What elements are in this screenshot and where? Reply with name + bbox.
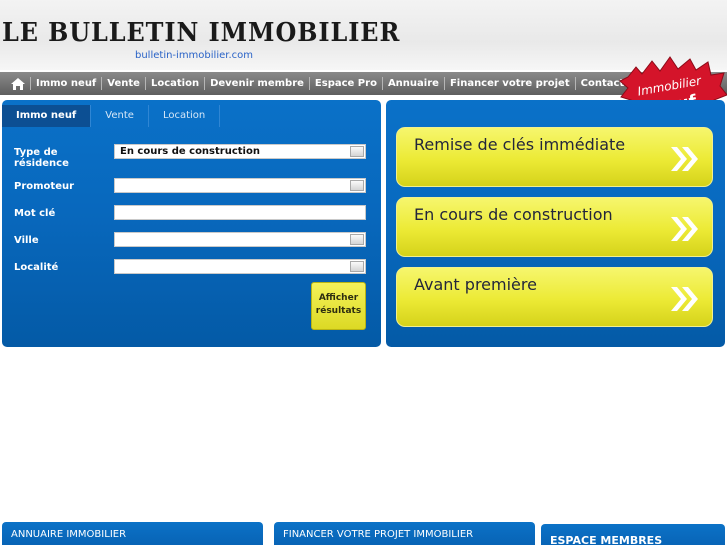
double-chevron-icon [671, 147, 698, 171]
tab-vente[interactable]: Vente [91, 105, 149, 127]
annuaire-title[interactable]: ANNUAIRE IMMOBILIER [11, 529, 126, 540]
category-panel: Remise de clés immédiate En cours de con… [386, 100, 725, 347]
category-remise-cles[interactable]: Remise de clés immédiate [396, 127, 713, 187]
mot-cle-label: Mot clé [14, 208, 56, 219]
nav-item-vente[interactable]: Vente [101, 77, 145, 90]
afficher-resultats-button[interactable]: Afficher résultats [311, 282, 366, 330]
page: LE BULLETIN IMMOBILIER bulletin-immobili… [0, 0, 727, 545]
tab-location[interactable]: Location [149, 105, 221, 127]
dropdown-icon[interactable] [350, 180, 364, 191]
nav-item-espace-pro[interactable]: Espace Pro [308, 77, 382, 90]
double-chevron-icon [671, 287, 698, 311]
category-avant-premiere[interactable]: Avant première [396, 267, 713, 327]
dropdown-icon[interactable] [350, 261, 364, 272]
nav-item-financer[interactable]: Financer votre projet [443, 77, 575, 90]
localite-select[interactable] [114, 259, 366, 274]
dropdown-icon[interactable] [350, 234, 364, 245]
nav-item-annuaire[interactable]: Annuaire [381, 77, 444, 90]
site-url: bulletin-immobilier.com [135, 50, 253, 61]
nav-item-devenir-membre[interactable]: Devenir membre [204, 77, 309, 90]
type-residence-select[interactable]: En cours de construction [114, 144, 366, 159]
dropdown-icon[interactable] [350, 146, 364, 157]
nav-item-immo-neuf[interactable]: Immo neuf [30, 77, 101, 90]
financer-title[interactable]: FINANCER VOTRE PROJET IMMOBILIER [283, 529, 473, 540]
financer-section-header: FINANCER VOTRE PROJET IMMOBILIER [274, 522, 535, 545]
promoteur-label: Promoteur [14, 181, 75, 192]
espace-membres-section-header: ESPACE MEMBRES [541, 524, 725, 545]
localite-label: Localité [14, 262, 59, 273]
annuaire-section-header: ANNUAIRE IMMOBILIER [2, 522, 263, 545]
type-residence-label: Type de résidence [14, 147, 69, 169]
ville-select[interactable] [114, 232, 366, 247]
type-residence-value: En cours de construction [120, 146, 260, 157]
site-logo[interactable]: LE BULLETIN IMMOBILIER [2, 18, 400, 48]
category-label: Avant première [414, 275, 537, 294]
ville-label: Ville [14, 235, 39, 246]
promoteur-select[interactable] [114, 178, 366, 193]
double-chevron-icon [671, 217, 698, 241]
category-label: Remise de clés immédiate [414, 135, 626, 154]
category-label: En cours de construction [414, 205, 613, 224]
mot-cle-input[interactable] [114, 205, 366, 220]
search-tabs: Immo neuf Vente Location [2, 105, 381, 127]
espace-membres-title[interactable]: ESPACE MEMBRES [550, 534, 662, 545]
home-icon[interactable] [10, 77, 26, 91]
nav-item-location[interactable]: Location [144, 77, 204, 90]
tab-immo-neuf[interactable]: Immo neuf [2, 105, 92, 127]
category-en-cours[interactable]: En cours de construction [396, 197, 713, 257]
